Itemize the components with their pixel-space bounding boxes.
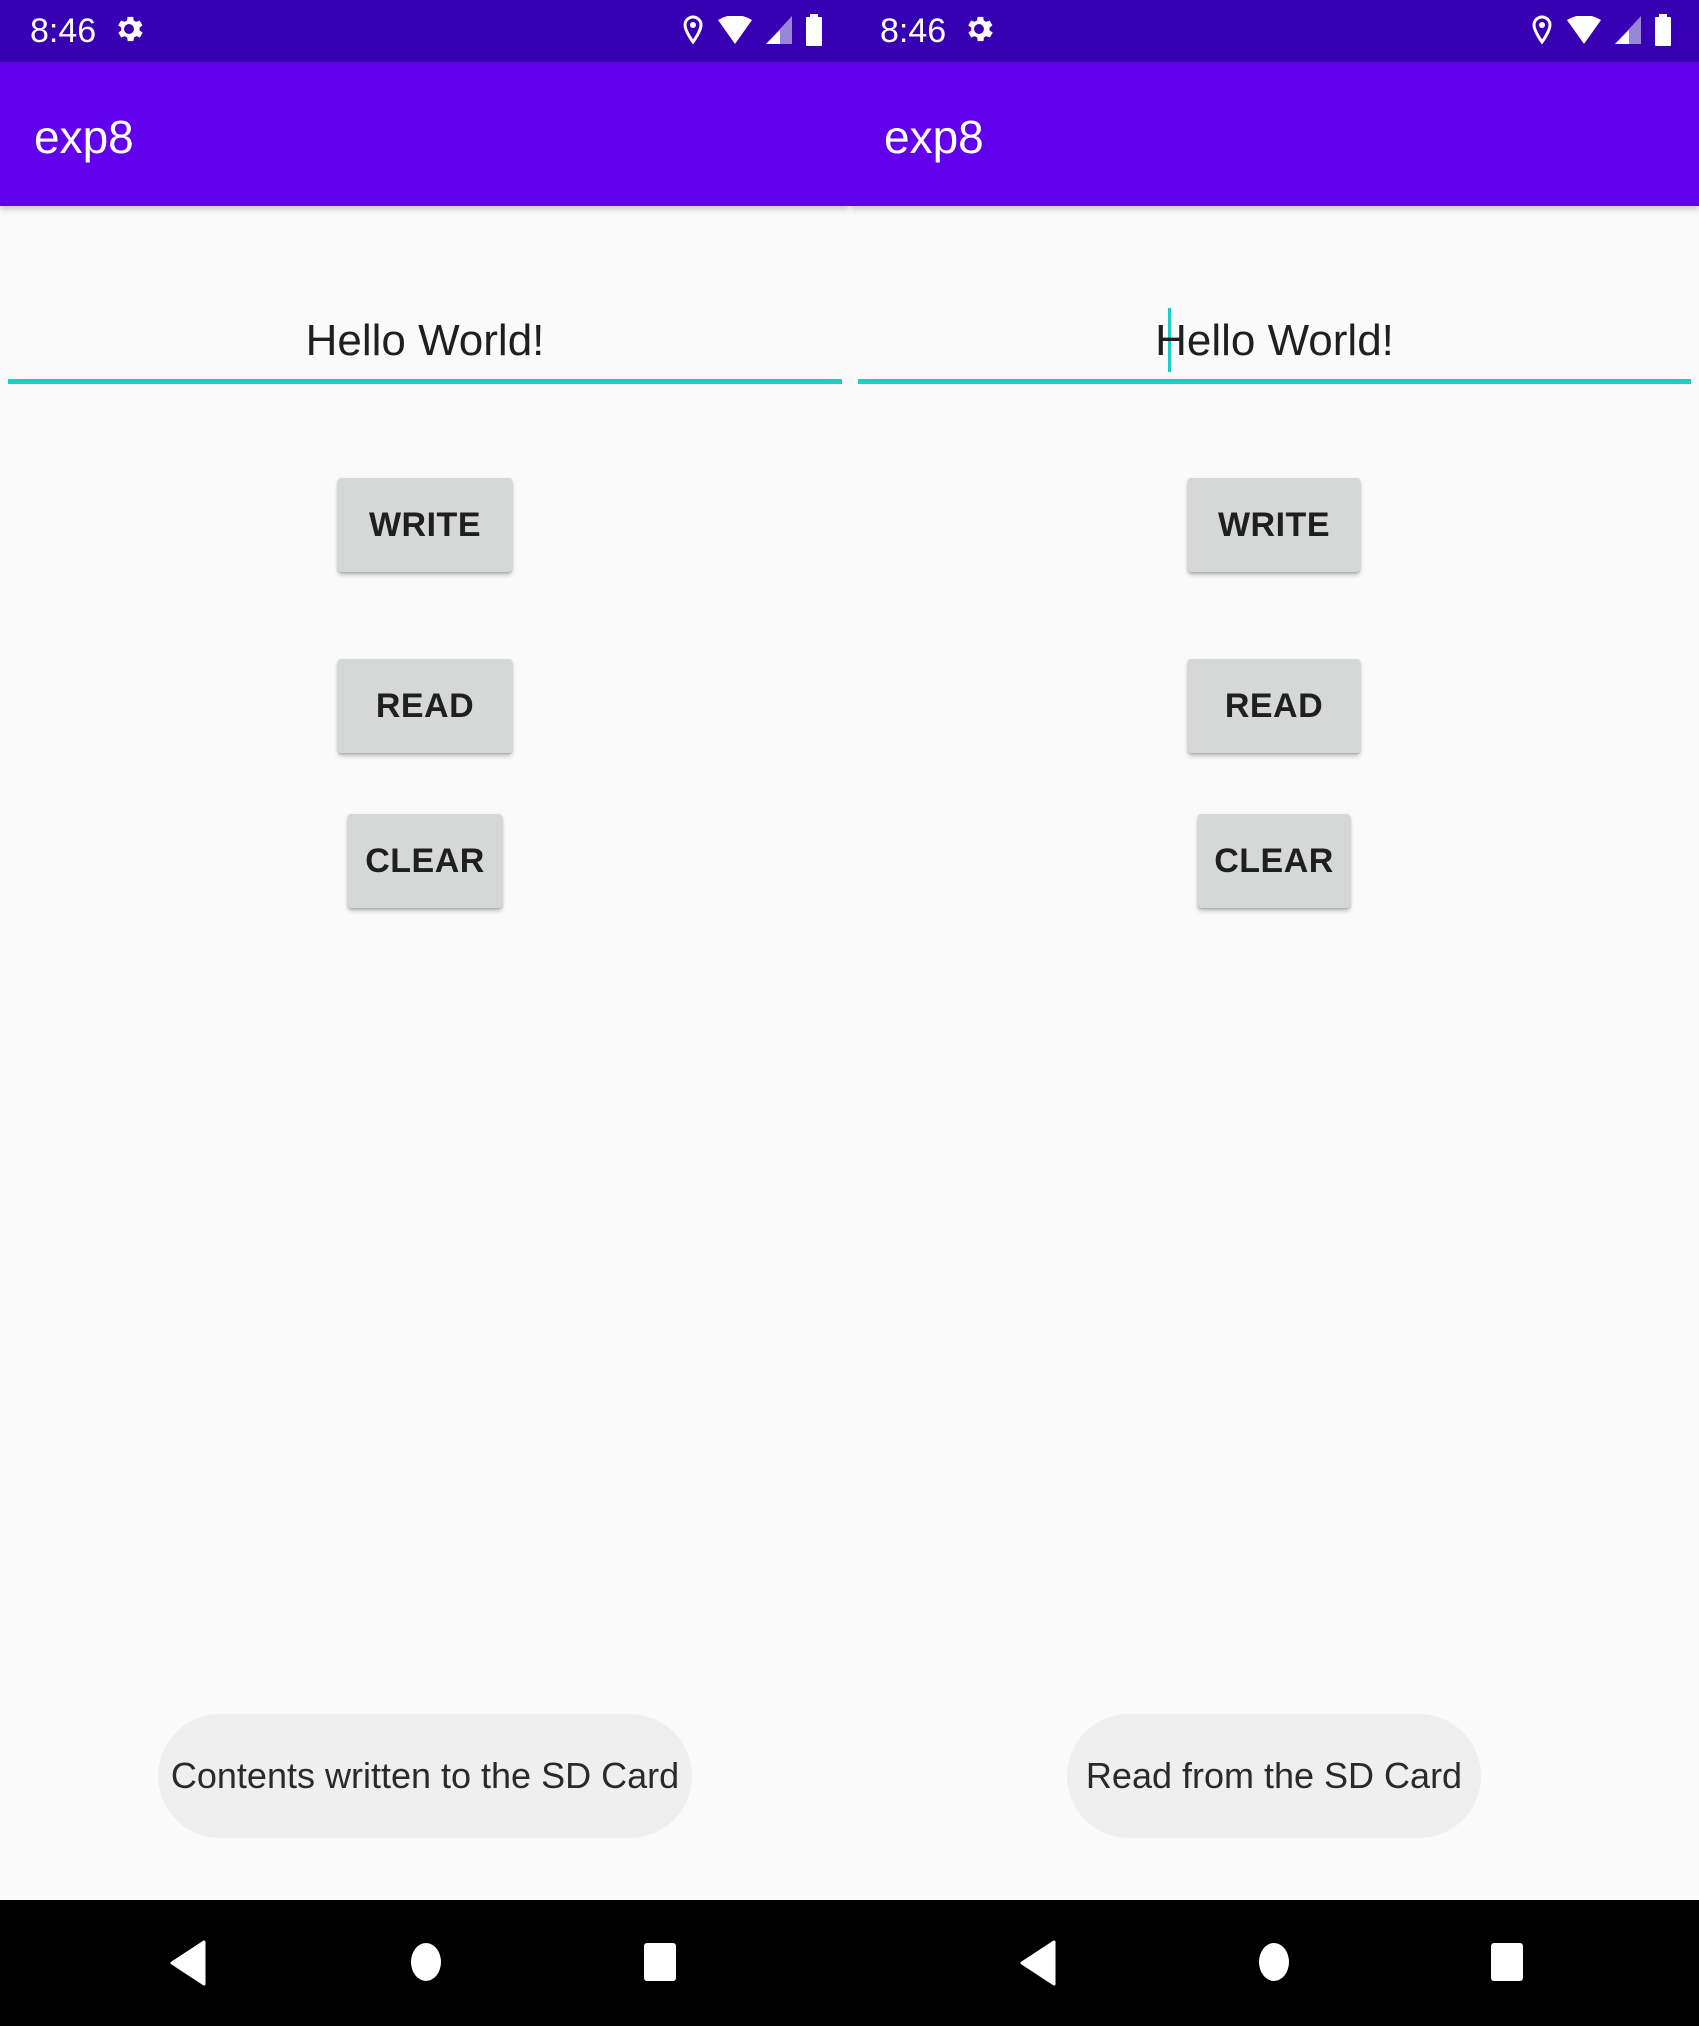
status-bar: 8:46 bbox=[0, 0, 850, 62]
status-time: 8:46 bbox=[880, 12, 947, 50]
text-input-value: Hello World! bbox=[1155, 316, 1394, 365]
gear-icon bbox=[118, 16, 143, 42]
home-icon[interactable] bbox=[410, 1942, 442, 1982]
text-input-value: Hello World! bbox=[305, 316, 545, 365]
location-icon bbox=[683, 15, 703, 45]
battery-icon bbox=[1655, 14, 1671, 46]
status-time: 8:46 bbox=[30, 12, 97, 50]
wifi-icon bbox=[718, 16, 752, 44]
app-title: exp8 bbox=[34, 111, 134, 163]
gear-icon bbox=[968, 16, 993, 42]
status-icons bbox=[682, 12, 822, 48]
clear-button[interactable]: CLEAR bbox=[348, 814, 502, 908]
app-bar: exp8 bbox=[850, 62, 1699, 206]
write-button[interactable]: WRITE bbox=[1188, 478, 1360, 572]
write-button[interactable]: WRITE bbox=[338, 478, 512, 572]
text-input-underline bbox=[8, 379, 842, 384]
battery-icon bbox=[806, 14, 822, 46]
app-title: exp8 bbox=[884, 111, 984, 163]
phone-screen-right: 8:46 exp8 Hello World! WRITE READ CLEAR … bbox=[850, 0, 1699, 2026]
read-button[interactable]: READ bbox=[1188, 659, 1360, 753]
wifi-icon bbox=[1567, 16, 1601, 44]
navigation-bar bbox=[0, 1900, 850, 2026]
text-input[interactable]: Hello World! bbox=[8, 300, 842, 384]
clear-button[interactable]: CLEAR bbox=[1198, 814, 1350, 908]
status-icons bbox=[1531, 12, 1671, 48]
recents-icon[interactable] bbox=[1490, 1942, 1524, 1982]
text-input[interactable]: Hello World! bbox=[858, 300, 1691, 384]
back-icon[interactable] bbox=[170, 1940, 206, 1986]
status-bar: 8:46 bbox=[850, 0, 1699, 62]
recents-icon[interactable] bbox=[643, 1942, 677, 1982]
navigation-bar bbox=[850, 1900, 1699, 2026]
home-icon[interactable] bbox=[1258, 1942, 1290, 1982]
location-icon bbox=[1532, 15, 1552, 45]
cell-signal-icon bbox=[766, 16, 792, 44]
cell-signal-icon bbox=[1615, 16, 1641, 44]
app-bar: exp8 bbox=[0, 62, 850, 206]
phone-screen-left: 8:46 exp8 Hello World! WRITE READ CLEAR … bbox=[0, 0, 850, 2026]
read-button[interactable]: READ bbox=[338, 659, 512, 753]
toast-message: Contents written to the SD Card bbox=[158, 1714, 692, 1838]
text-input-underline bbox=[858, 379, 1691, 384]
back-icon[interactable] bbox=[1020, 1940, 1056, 1986]
toast-message: Read from the SD Card bbox=[1067, 1714, 1481, 1838]
